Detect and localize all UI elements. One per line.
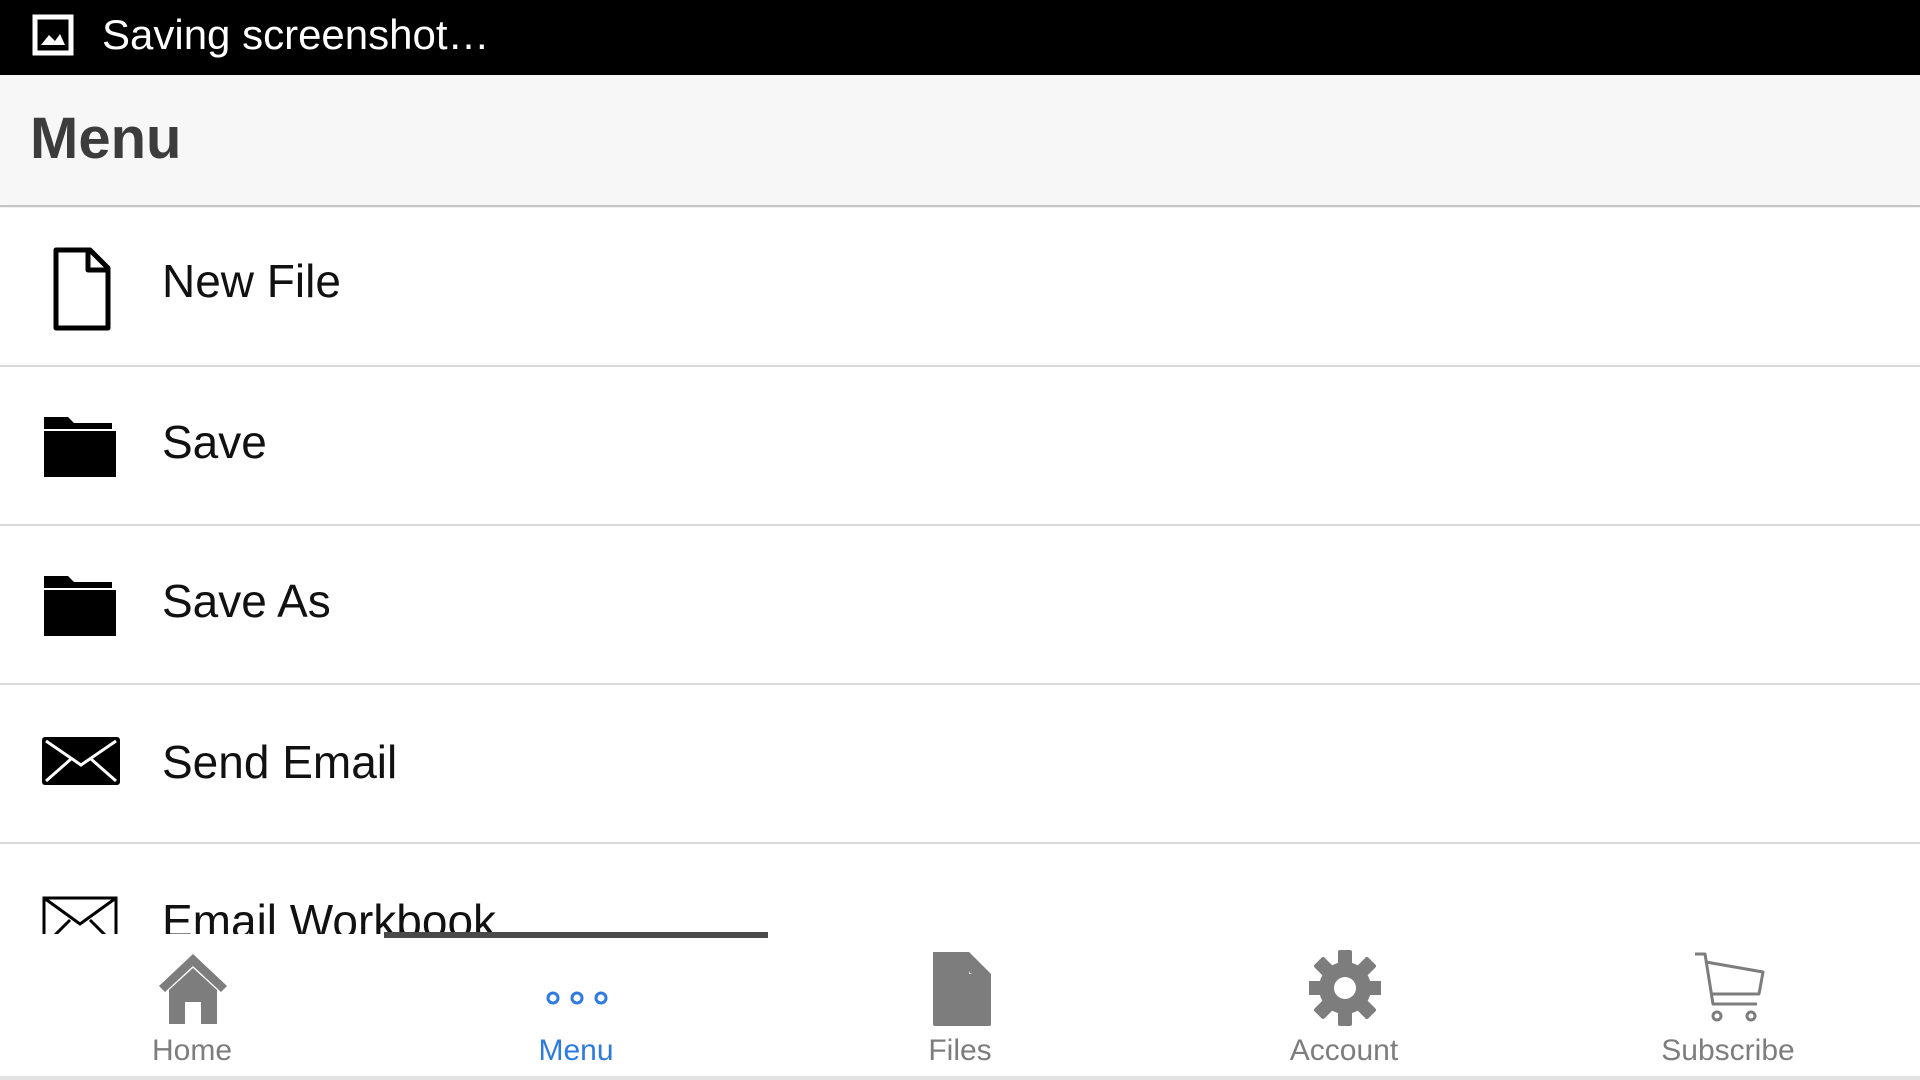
status-bar: Saving screenshot… <box>0 0 1920 75</box>
menu-item-new-file[interactable]: New File <box>0 208 1920 367</box>
menu-item-save[interactable]: Save <box>0 367 1920 526</box>
menu-item-label: Save <box>162 416 267 468</box>
file-icon <box>933 952 991 1026</box>
tab-label: Subscribe <box>1661 1034 1795 1067</box>
tab-files[interactable]: Files <box>768 936 1152 1076</box>
menu-item-send-email[interactable]: Send Email <box>0 685 1920 844</box>
app-header: Menu <box>0 75 1920 207</box>
folder-icon <box>44 417 116 477</box>
image-icon <box>32 14 74 56</box>
tab-subscribe[interactable]: Subscribe <box>1536 936 1920 1076</box>
envelope-icon <box>42 737 120 785</box>
menu-item-label: Email Workbook <box>162 895 497 934</box>
menu-item-label: New File <box>162 255 341 307</box>
tab-label: Files <box>928 1034 992 1067</box>
page-title: Menu <box>30 106 182 171</box>
menu-item-email-workbook[interactable]: Email Workbook <box>0 844 1920 934</box>
cart-icon <box>1695 952 1765 1022</box>
home-icon <box>159 954 227 1024</box>
menu-item-label: Send Email <box>162 736 398 788</box>
menu-item-save-as[interactable]: Save As <box>0 526 1920 685</box>
folder-icon <box>44 576 116 636</box>
tab-label: Account <box>1289 1034 1399 1067</box>
bottom-tab-bar: Home Menu Files Account Subscribe <box>0 936 1920 1080</box>
menu-item-label: Save As <box>162 575 331 627</box>
tab-account[interactable]: Account <box>1152 936 1536 1076</box>
status-text: Saving screenshot… <box>102 11 490 58</box>
tab-label: Menu <box>538 1034 614 1067</box>
menu-list: New File Save Save As Send Email Email W… <box>0 208 1920 934</box>
new-file-icon <box>53 247 111 331</box>
tab-menu[interactable]: Menu <box>384 936 768 1076</box>
gear-icon <box>1309 950 1381 1026</box>
tab-label: Home <box>151 1034 233 1067</box>
tab-home[interactable]: Home <box>0 936 384 1076</box>
envelope-outline-icon <box>42 896 118 934</box>
more-dots-icon <box>546 991 608 1005</box>
scroll-indicator[interactable] <box>384 932 768 938</box>
